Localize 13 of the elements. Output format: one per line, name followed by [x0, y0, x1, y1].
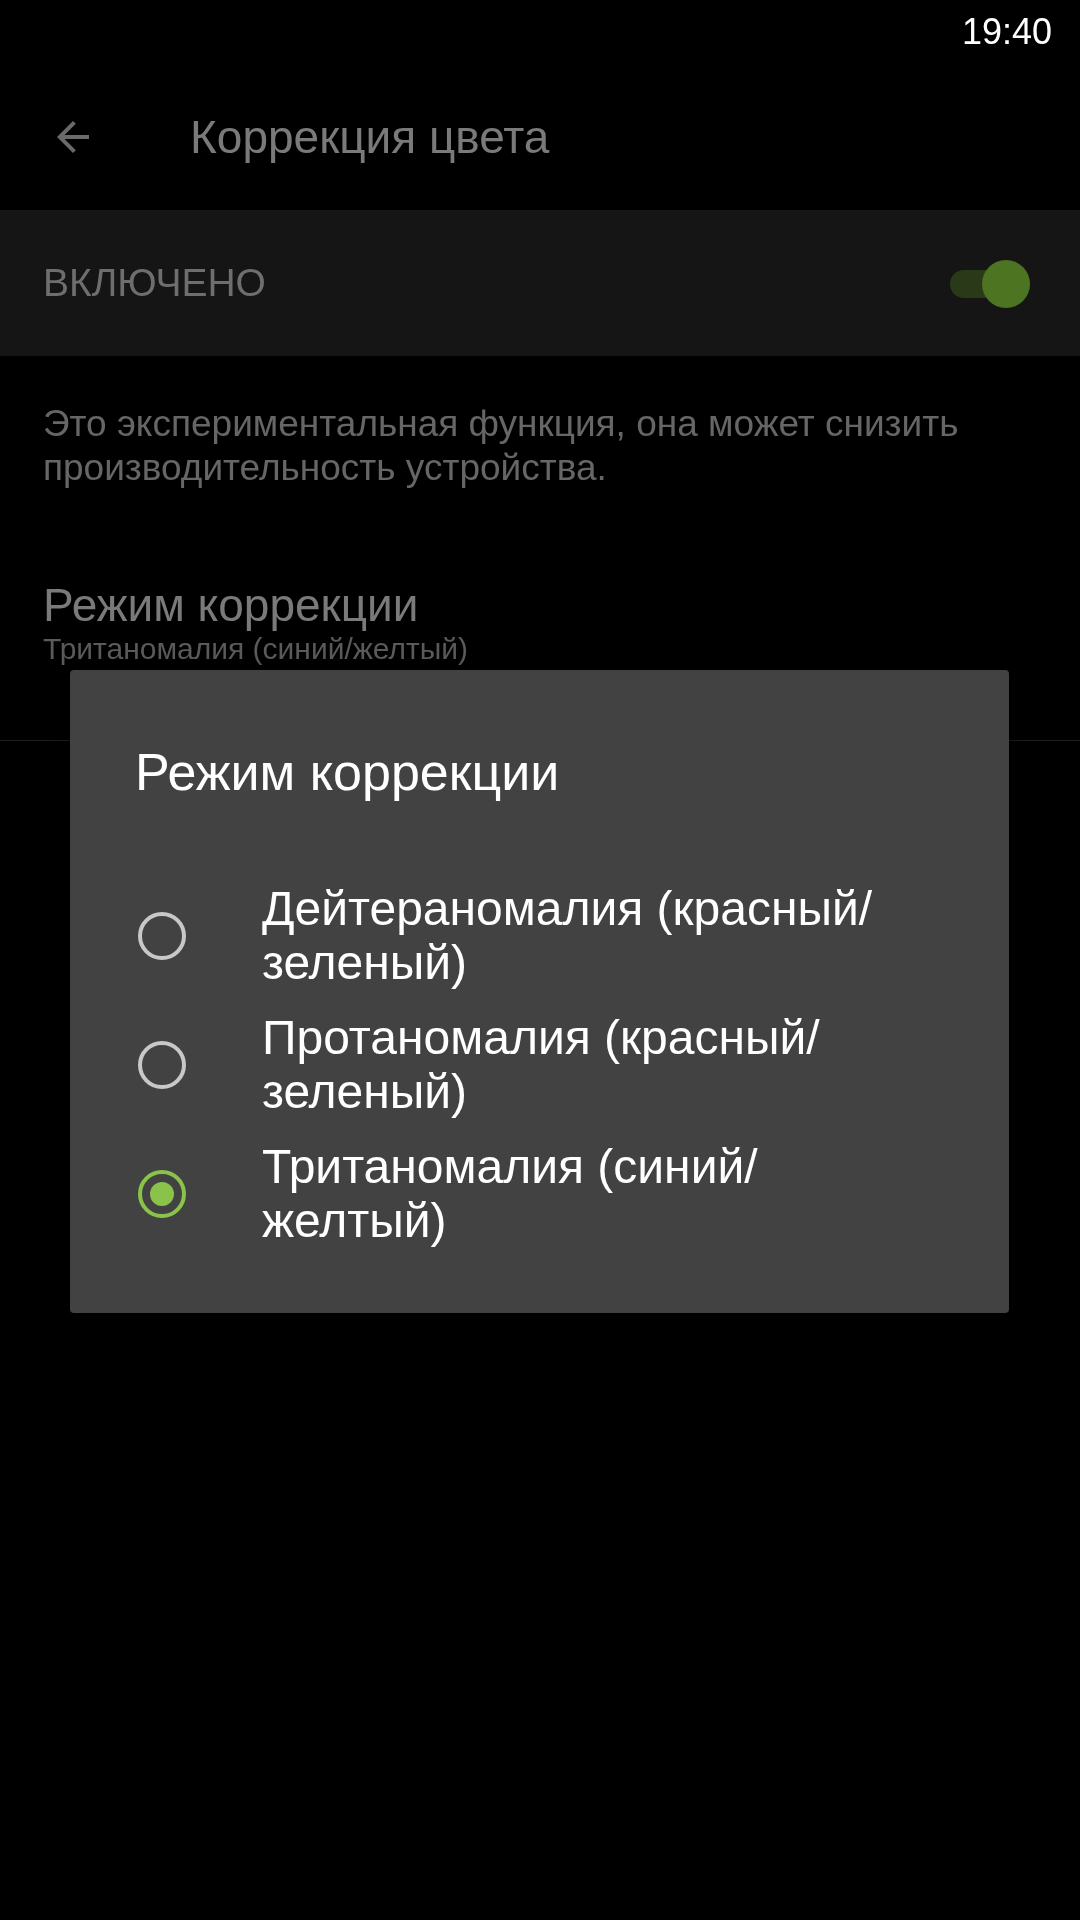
dialog-title: Режим коррекции: [135, 742, 561, 802]
radio-button[interactable]: [136, 910, 188, 962]
status-time: 19:40: [961, 11, 1052, 53]
setting-summary: Тританомалия (синий/желтый): [43, 632, 470, 666]
screen-title: Коррекция цвета: [190, 110, 550, 164]
option-label[interactable]: Протаномалия (красный/зеленый): [262, 1011, 902, 1119]
radio-button[interactable]: [136, 1039, 188, 1091]
option-label[interactable]: Тританомалия (синий/желтый): [262, 1140, 902, 1248]
option-label[interactable]: Дейтераномалия (красный/зеленый): [262, 882, 902, 990]
setting-title: Режим коррекции: [43, 578, 420, 632]
description-text: Это экспериментальная функция, она может снизить производительность устройства.: [42, 402, 960, 490]
switch-label: ВКЛЮЧЕНО: [43, 261, 266, 305]
radio-button[interactable]: [136, 1168, 188, 1220]
